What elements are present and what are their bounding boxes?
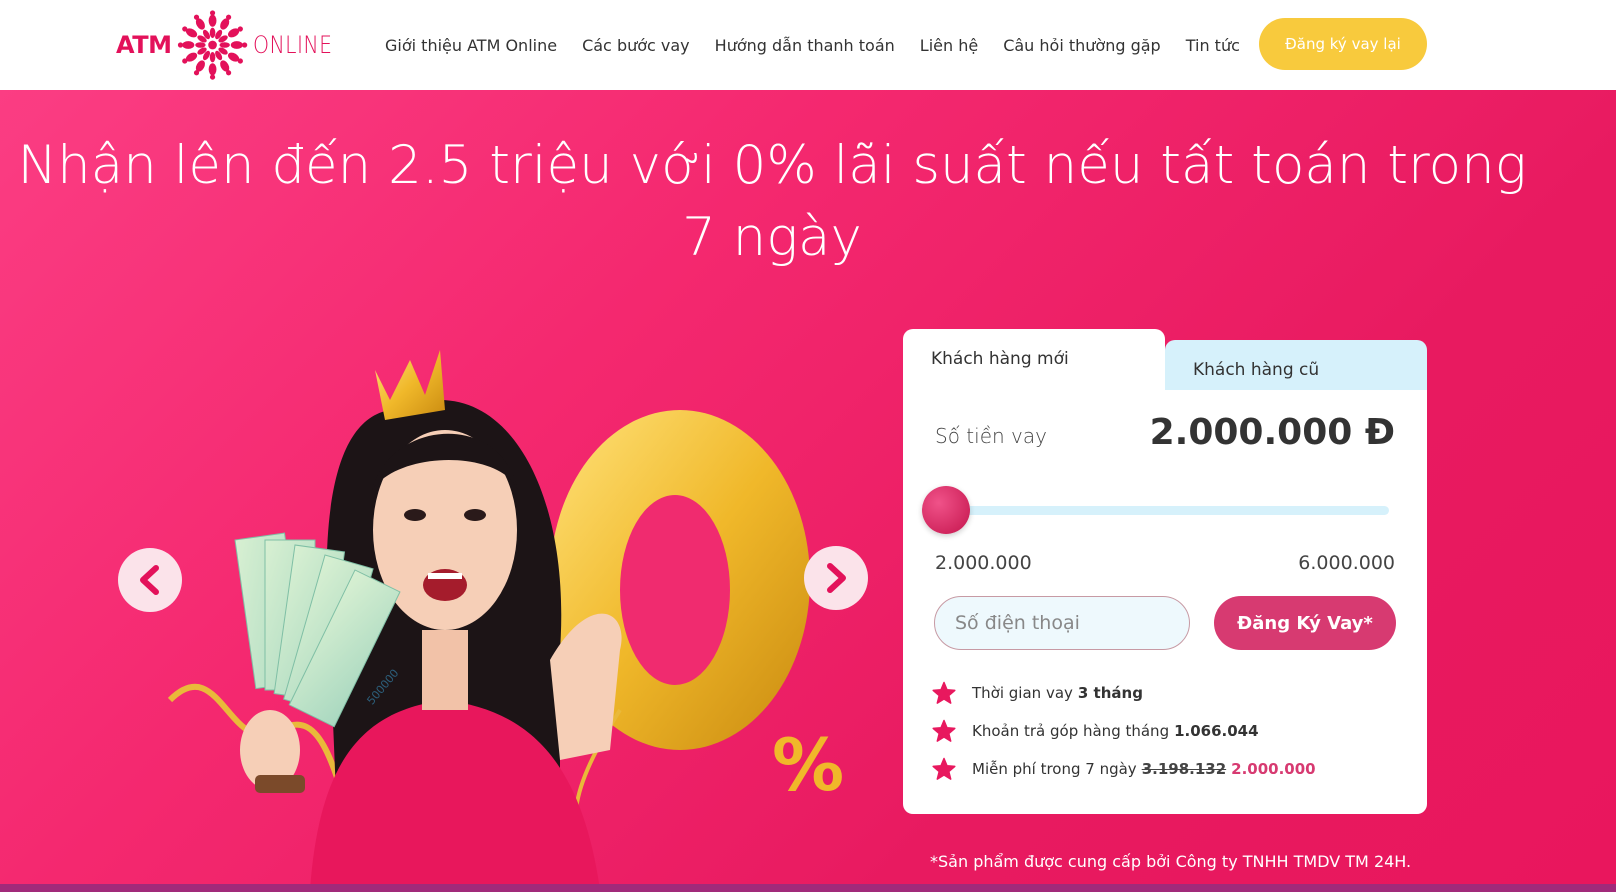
nav-loan-steps[interactable]: Các bước vay	[582, 36, 690, 55]
slider-max-label: 6.000.000	[1298, 552, 1395, 574]
info-original-total: 3.198.132	[1141, 760, 1227, 778]
carousel-next-button[interactable]	[804, 546, 868, 610]
reapply-button[interactable]: Đăng ký vay lại	[1259, 18, 1427, 70]
info-free-label: Miễn phí trong 7 ngày	[972, 760, 1137, 778]
nav-contact[interactable]: Liên hệ	[920, 36, 978, 55]
hero-section: Nhận lên đến 2.5 triệu với 0% lãi suất n…	[0, 90, 1616, 892]
info-row-installment: Khoản trả góp hàng tháng 1.066.044	[932, 712, 1316, 750]
info-installment-label: Khoản trả góp hàng tháng	[972, 722, 1170, 740]
carousel-prev-button[interactable]	[118, 548, 182, 612]
info-installment-value: 1.066.044	[1174, 722, 1259, 740]
provider-footnote: *Sản phẩm được cung cấp bởi Công ty TNHH…	[930, 852, 1412, 871]
info-row-free: Miễn phí trong 7 ngày 3.198.132 2.000.00…	[932, 750, 1316, 788]
main-nav: Giới thiệu ATM Online Các bước vay Hướng…	[385, 0, 1265, 90]
tab-new-customer[interactable]: Khách hàng mới	[903, 329, 1165, 395]
star-icon	[932, 757, 956, 780]
star-icon	[932, 719, 956, 742]
nav-faq[interactable]: Câu hỏi thường gặp	[1003, 36, 1161, 55]
site-header: ATM ONLINE Giới thiệu ATM Online Các bướ…	[0, 0, 1616, 90]
phone-input[interactable]	[934, 596, 1190, 650]
info-row-term: Thời gian vay 3 tháng	[932, 674, 1316, 712]
info-discounted-total: 2.000.000	[1231, 760, 1316, 778]
tab-returning-customer[interactable]: Khách hàng cũ	[1165, 340, 1427, 396]
flower-logo-icon	[178, 10, 248, 80]
amount-value: 2.000.000 Đ	[1149, 412, 1395, 453]
nav-intro[interactable]: Giới thiệu ATM Online	[385, 36, 557, 55]
crown	[375, 350, 445, 420]
info-term-value: 3 tháng	[1077, 684, 1143, 702]
loan-info-list: Thời gian vay 3 tháng Khoản trả góp hàng…	[932, 674, 1316, 788]
hero-title: Nhận lên đến 2.5 triệu với 0% lãi suất n…	[17, 135, 1527, 268]
info-term-label: Thời gian vay	[972, 684, 1073, 702]
nav-payment-guide[interactable]: Hướng dẫn thanh toán	[715, 36, 895, 55]
bottom-strip	[0, 884, 1616, 892]
svg-text:%: %	[772, 723, 844, 807]
loan-card: Số tiền vay 2.000.000 Đ 2.000.000 6.000.…	[903, 390, 1427, 814]
chevron-left-icon	[140, 565, 159, 595]
logo[interactable]: ATM ONLINE	[116, 4, 346, 86]
register-loan-button[interactable]: Đăng Ký Vay*	[1214, 596, 1396, 650]
chevron-right-icon	[827, 563, 846, 593]
star-icon	[932, 681, 956, 704]
logo-text-online: ONLINE	[252, 31, 332, 59]
logo-text-atm: ATM	[116, 31, 172, 59]
hero-illustration: % 500000	[167, 350, 844, 892]
amount-slider-handle[interactable]	[922, 486, 970, 534]
amount-label: Số tiền vay	[935, 424, 1047, 448]
slider-min-label: 2.000.000	[935, 552, 1032, 574]
amount-slider-track[interactable]	[943, 506, 1389, 515]
nav-news[interactable]: Tin tức	[1186, 36, 1240, 55]
